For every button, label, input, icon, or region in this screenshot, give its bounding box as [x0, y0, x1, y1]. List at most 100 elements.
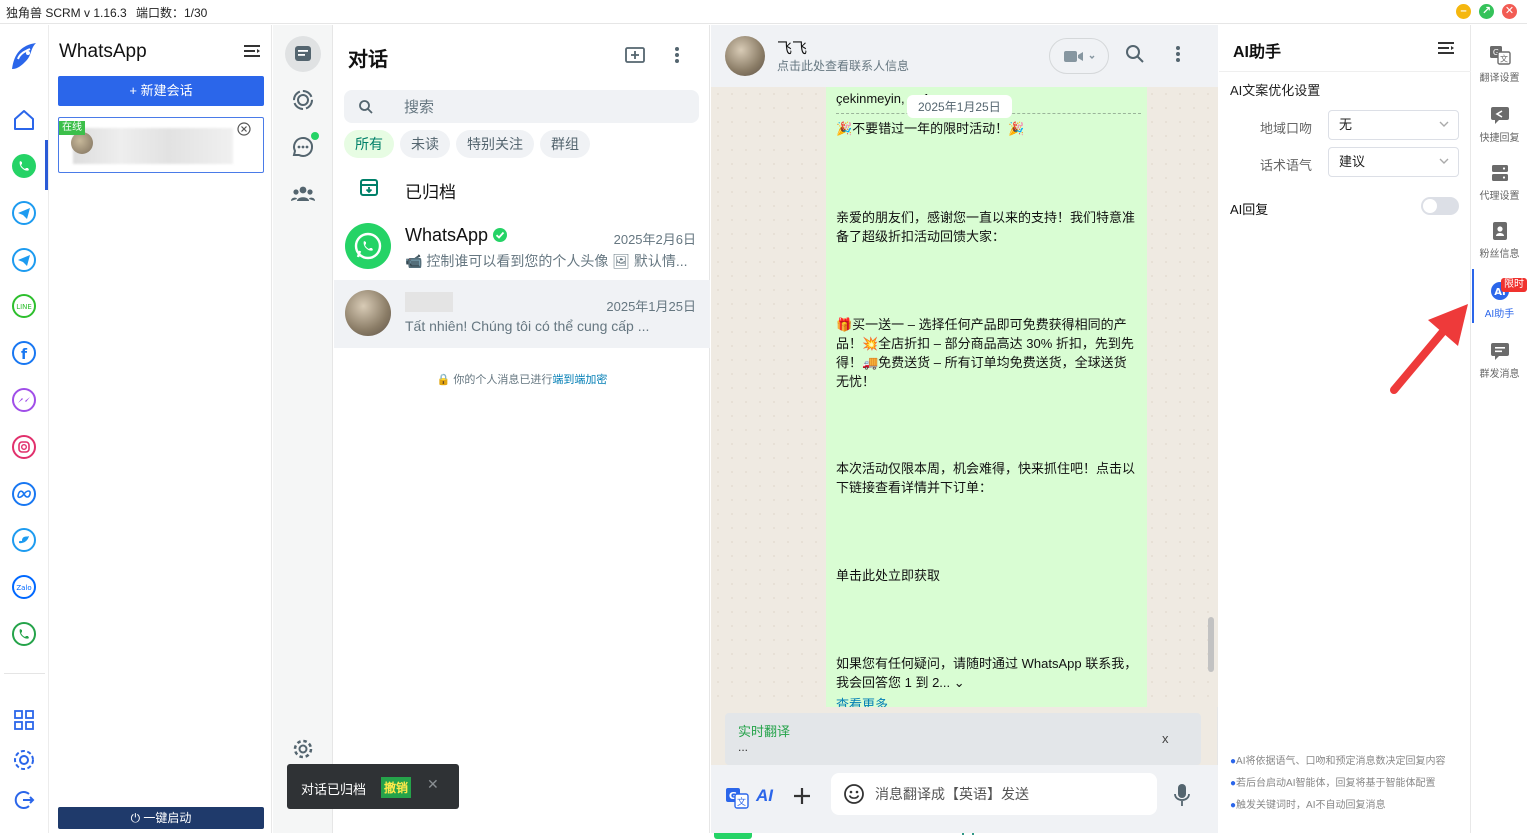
message-headline: 🎉不要错过一年的限时活动！🎉 — [836, 121, 1025, 136]
close-translation-button[interactable]: x — [1162, 731, 1169, 746]
instagram-icon[interactable] — [11, 434, 37, 460]
new-session-button[interactable]: + 新建会话 — [58, 76, 264, 106]
ai-compose-button[interactable]: AI — [756, 786, 773, 806]
ai-panel-menu-icon[interactable] — [1438, 41, 1454, 55]
close-window-button[interactable]: ✕ — [1502, 4, 1517, 19]
toast-close-button[interactable]: ✕ — [427, 776, 439, 793]
region-select[interactable]: 无 — [1328, 110, 1459, 140]
app-title: 独角兽 SCRM v 1.16.3 — [6, 6, 127, 20]
svg-text:文: 文 — [1500, 54, 1508, 64]
chevron-down-icon — [1439, 157, 1449, 165]
read-more-link[interactable]: 查看更多 — [836, 695, 1139, 707]
facebook-icon[interactable]: f — [11, 340, 37, 366]
search-input[interactable] — [404, 96, 684, 118]
ai-reply-toggle[interactable] — [1421, 197, 1459, 215]
attach-plus-icon[interactable] — [791, 785, 813, 807]
close-circle-icon[interactable] — [237, 122, 251, 136]
zalo-icon[interactable]: Zalo — [11, 574, 37, 600]
compose-bar: G文 AI — [711, 765, 1218, 833]
meta-icon[interactable] — [11, 481, 37, 507]
filter-groups[interactable]: 群组 — [540, 130, 590, 158]
proxy-settings-icon — [1489, 163, 1511, 183]
e2e-link[interactable]: 端到端加密 — [552, 374, 607, 386]
telegram-2-icon[interactable] — [11, 247, 37, 273]
ai-section-title: AI文案优化设置 — [1230, 83, 1321, 98]
account-panel-title: WhatsApp — [59, 41, 147, 62]
message-bubble[interactable]: çekinmeyin, ... 1 ... 🎉不要错过一年的限时活动！🎉 亲爱的… — [826, 87, 1147, 707]
line-icon[interactable]: LINE — [11, 293, 37, 319]
tool-label: 代理设置 — [1479, 191, 1520, 202]
chats-icon[interactable] — [285, 36, 321, 72]
tone-label: 话术语气 — [1260, 158, 1313, 173]
scrollbar-thumb[interactable] — [1208, 617, 1214, 672]
tool-label: AI助手 — [1484, 309, 1515, 320]
toast-text: 对话已归档 — [301, 782, 367, 797]
microphone-icon[interactable] — [1174, 783, 1190, 807]
platform-rail: LINE f Zalo — [0, 25, 49, 833]
conversation-menu-icon[interactable] — [1175, 44, 1181, 64]
video-call-button[interactable] — [1049, 38, 1109, 74]
svg-text:LINE: LINE — [16, 303, 32, 311]
red-pointer-arrow-icon — [1388, 300, 1472, 395]
logout-icon[interactable] — [11, 787, 37, 813]
collapse-menu-icon[interactable] — [244, 44, 260, 58]
new-chat-icon[interactable] — [624, 45, 646, 65]
broadcast-icon — [1489, 341, 1511, 361]
date-pill: 2025年1月25日 — [907, 95, 1012, 118]
settings-icon[interactable] — [11, 747, 37, 773]
toggle-knob — [1423, 199, 1437, 213]
emoji-icon[interactable] — [843, 783, 865, 805]
broadcast-tool[interactable]: 群发消息 — [1472, 341, 1527, 380]
filter-all[interactable]: 所有 — [344, 130, 394, 158]
status-icon[interactable] — [285, 82, 321, 118]
encryption-notice: 🔒 你的个人消息已进行端到端加密 — [436, 374, 608, 386]
translate-settings-tool[interactable]: G文 翻译设置 — [1472, 45, 1527, 84]
online-badge: 在线 — [59, 121, 85, 135]
proxy-settings-tool[interactable]: 代理设置 — [1472, 163, 1527, 202]
chat-time: 2025年1月25日 — [606, 299, 696, 314]
ai-assistant-tool[interactable]: AI 限时 AI助手 — [1472, 278, 1527, 320]
translate-icon[interactable]: G文 — [725, 787, 749, 809]
messenger-icon[interactable] — [11, 387, 37, 413]
live-translation-text: ... — [738, 740, 749, 754]
message-paragraph: 如果您有任何疑问，请随时通过 WhatsApp 联系我，我会回答您 1 到 2.… — [836, 656, 1138, 690]
chat-search — [344, 90, 699, 123]
phone-icon[interactable] — [11, 621, 37, 647]
grid-icon[interactable] — [11, 707, 37, 733]
tone-select[interactable]: 建议 — [1328, 147, 1459, 177]
archived-label: 已归档 — [405, 183, 456, 202]
filter-unread[interactable]: 未读 — [400, 130, 450, 158]
chat-row-contact[interactable]: 2025年1月25日 Tất nhiên! Chúng tôi có thể c… — [334, 280, 710, 348]
chat-name: WhatsApp — [405, 225, 508, 246]
telegram-icon[interactable] — [11, 200, 37, 226]
contact-avatar[interactable] — [725, 36, 765, 76]
message-input[interactable] — [875, 783, 1145, 805]
live-translation-box: 实时翻译 ... x — [725, 713, 1201, 765]
minimize-button[interactable]: – — [1456, 4, 1471, 19]
contact-name: 飞飞 — [777, 40, 808, 57]
chevron-down-icon — [1439, 120, 1449, 128]
whatsapp-nav — [273, 25, 333, 833]
archived-row[interactable]: 已归档 — [334, 165, 710, 211]
tool-label: 翻译设置 — [1479, 73, 1520, 84]
chat-menu-icon[interactable] — [674, 45, 680, 65]
chat-row-whatsapp[interactable]: WhatsApp 2025年2月6日 📹 控制谁可以看到您的个人头像 🖼 默认情… — [334, 213, 710, 281]
start-all-button[interactable]: ⏻ 一键启动 — [58, 807, 264, 829]
fan-info-tool[interactable]: 粉丝信息 — [1472, 221, 1527, 260]
quick-reply-tool[interactable]: 快捷回复 — [1472, 105, 1527, 144]
conversation-header[interactable]: 飞飞 点击此处查看联系人信息 — [711, 25, 1218, 87]
ai-note: ●AI将依据语气、口吻和预定消息数决定回复内容 — [1230, 756, 1446, 767]
communities-icon[interactable] — [285, 176, 321, 212]
search-messages-icon[interactable] — [1125, 44, 1145, 64]
maximize-button[interactable]: ↗ — [1479, 4, 1494, 19]
filter-favorites[interactable]: 特别关注 — [456, 130, 534, 158]
wa-settings-icon[interactable] — [285, 731, 321, 767]
ai-notes: ●AI将依据语气、口吻和预定消息数决定回复内容 ●若后台启动AI智能体，回复将基… — [1230, 752, 1466, 818]
home-icon[interactable] — [11, 107, 37, 133]
twitter-icon[interactable] — [11, 527, 37, 553]
whatsapp-avatar-icon — [345, 223, 391, 269]
message-area[interactable]: çekinmeyin, ... 1 ... 🎉不要错过一年的限时活动！🎉 亲爱的… — [711, 87, 1218, 707]
account-card[interactable]: 在线 — [58, 117, 264, 173]
whatsapp-icon[interactable] — [11, 153, 37, 179]
undo-button[interactable]: 撤销 — [381, 777, 412, 798]
